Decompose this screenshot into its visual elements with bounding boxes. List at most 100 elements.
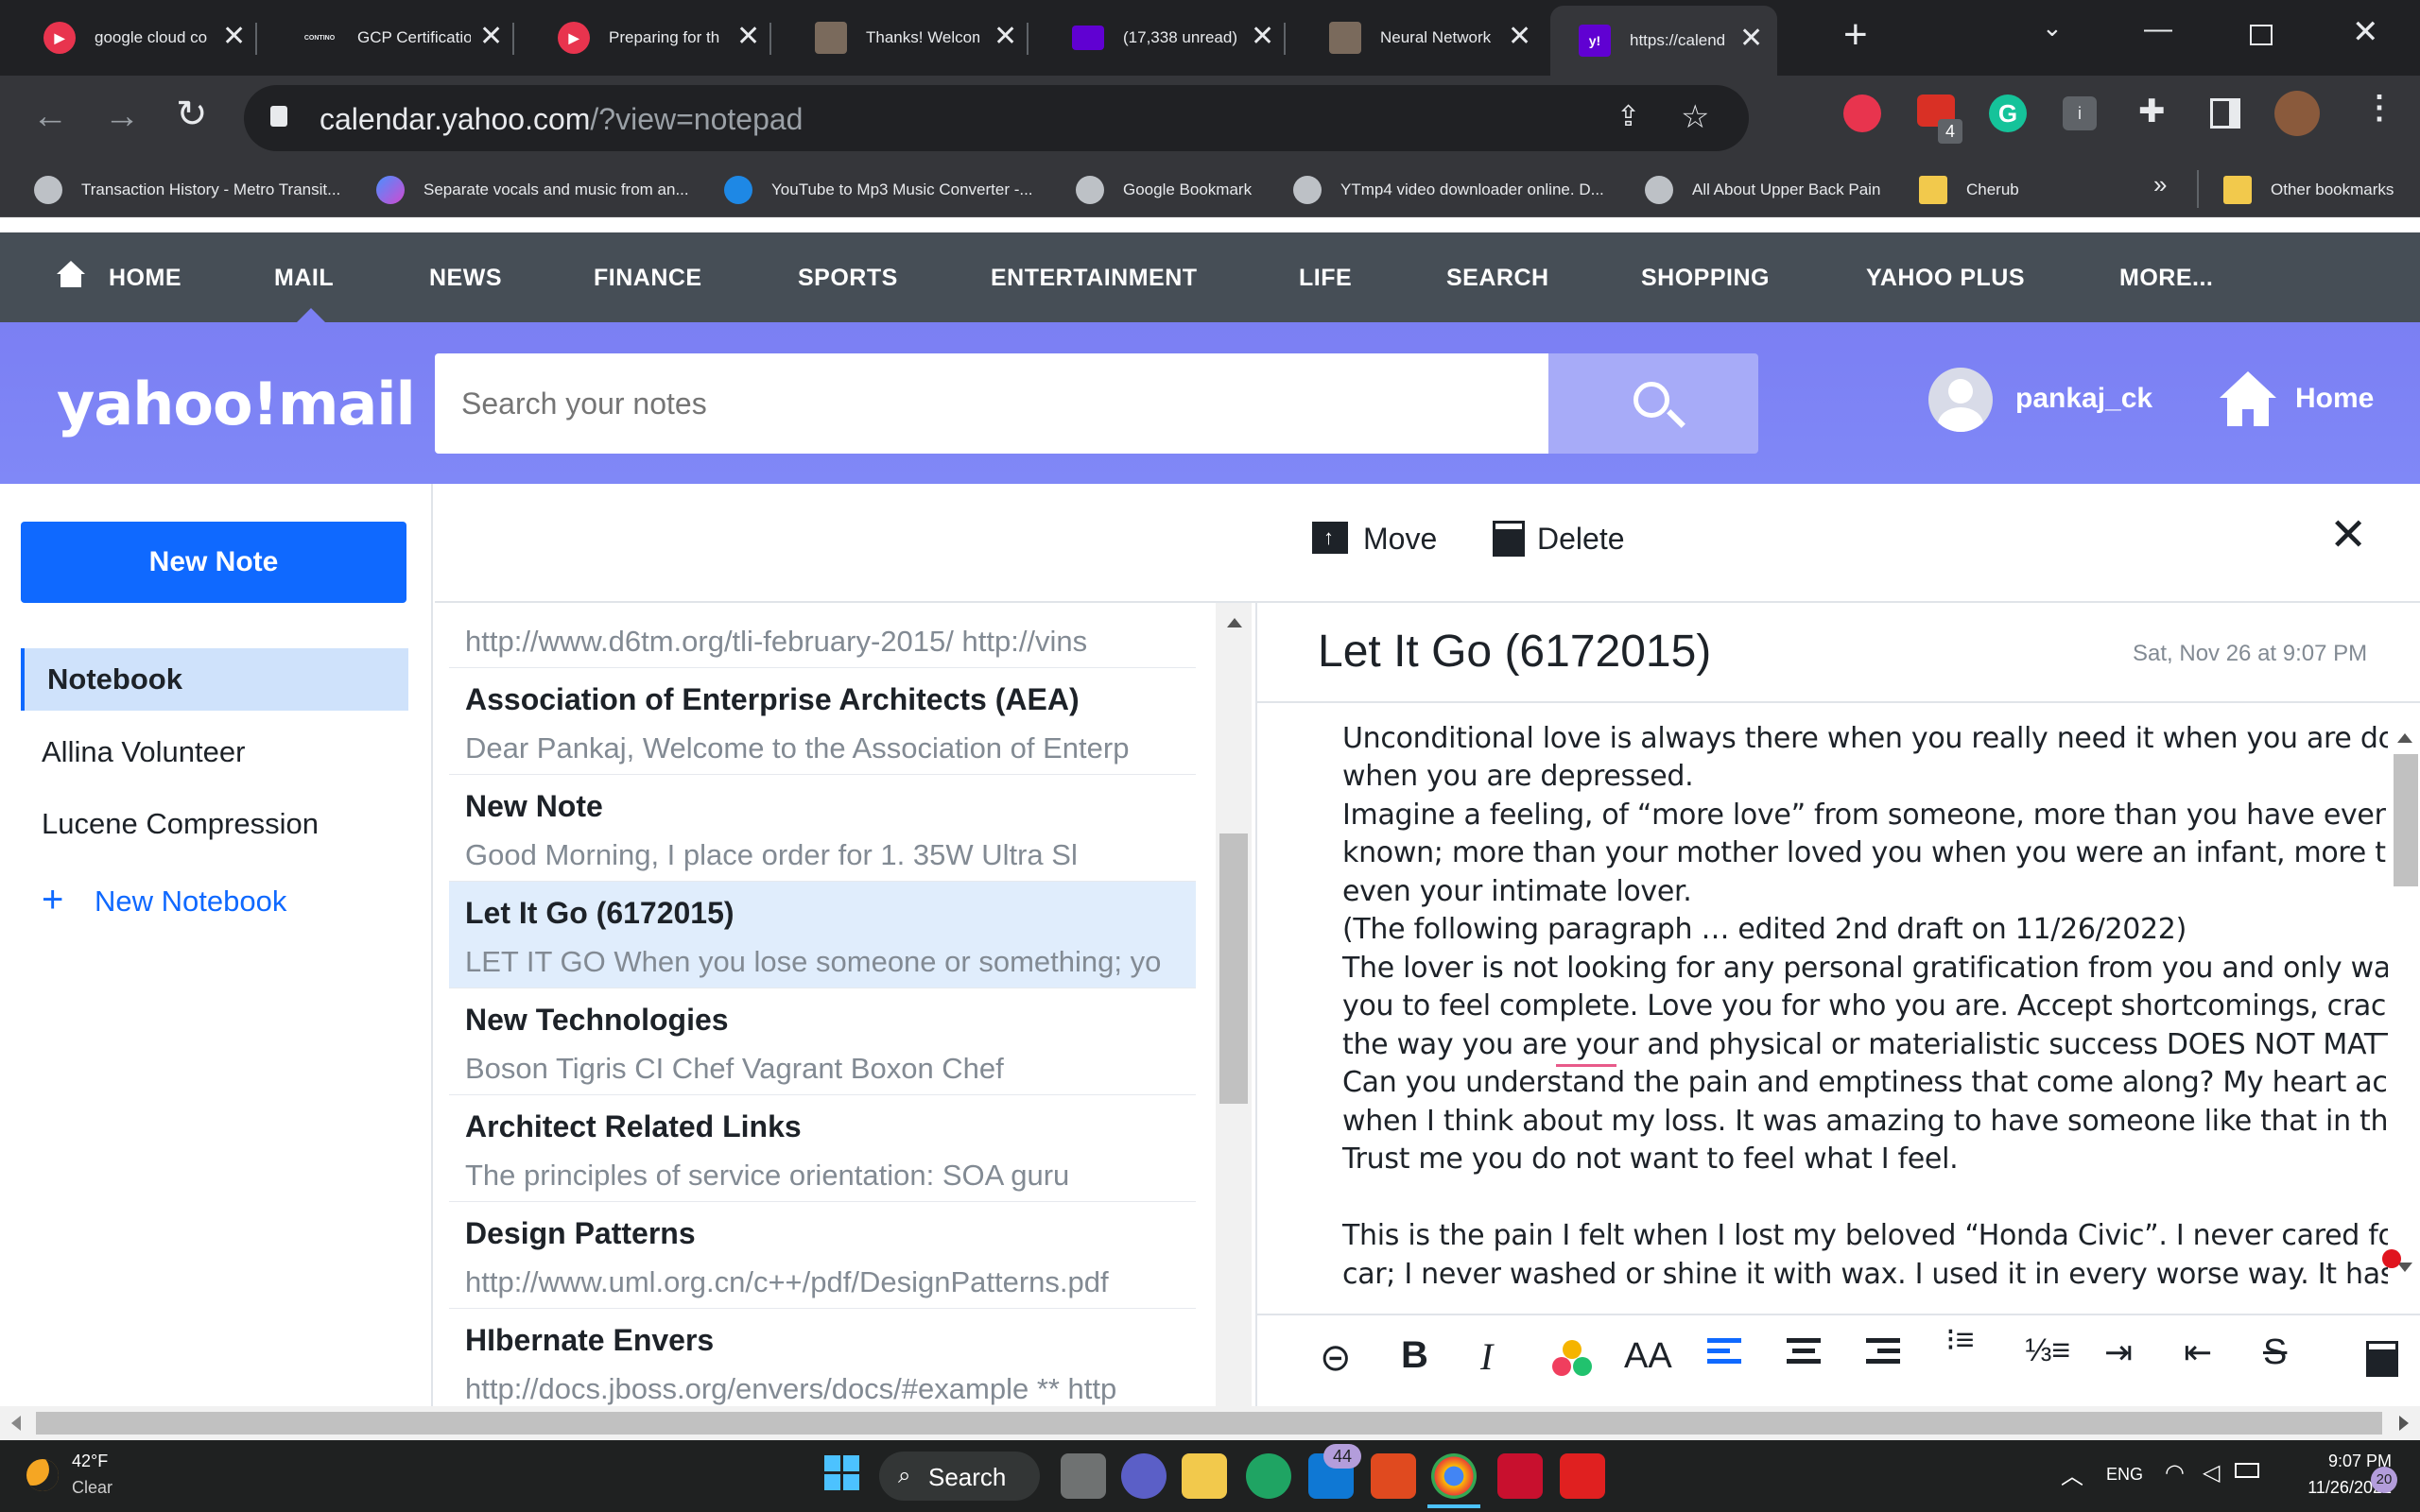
back-icon[interactable]: ←	[32, 96, 68, 137]
share-icon[interactable]: ⇪	[1616, 100, 1640, 133]
weather-temp[interactable]: 42°F	[72, 1452, 108, 1471]
profile-avatar[interactable]	[2274, 91, 2320, 136]
bold-icon[interactable]: B	[1401, 1334, 1428, 1377]
indent-icon[interactable]: ⇥	[2104, 1332, 2133, 1372]
scrollbar-thumb[interactable]	[36, 1412, 2382, 1435]
windows-start-icon[interactable]	[824, 1455, 860, 1491]
close-tab-icon[interactable]: ✕	[736, 21, 760, 53]
scrollbar-thumb[interactable]	[2394, 754, 2418, 886]
note-list-item[interactable]: Association of Enterprise Architects (AE…	[449, 668, 1196, 775]
scrollbar-thumb[interactable]	[1219, 833, 1248, 1104]
search-input[interactable]	[461, 382, 1501, 425]
show-hidden-icons-chevron-icon[interactable]: ︿	[2061, 1457, 2083, 1490]
nav-yahoo-plus[interactable]: YAHOO PLUS	[1866, 265, 2025, 292]
browser-menu-icon[interactable]: ⋮	[2363, 89, 2395, 127]
notebook-item-lucene-compression[interactable]: Lucene Compression	[42, 807, 319, 841]
adblock-hand-icon[interactable]	[1843, 94, 1881, 132]
close-tab-icon[interactable]: ✕	[222, 21, 246, 53]
note-list-item[interactable]: http://www.d6tm.org/tli-february-2015/ h…	[449, 603, 1196, 668]
close-window-icon[interactable]: ✕	[2352, 13, 2379, 51]
chat-icon[interactable]	[1121, 1453, 1167, 1499]
lock-icon[interactable]	[270, 106, 287, 127]
page-horizontal-scrollbar[interactable]	[0, 1406, 2420, 1440]
scroll-left-arrow-icon[interactable]	[11, 1416, 21, 1431]
nav-entertainment[interactable]: ENTERTAINMENT	[991, 265, 1198, 292]
browser-tab[interactable]: ▶ Preparing for th ✕	[514, 8, 774, 68]
notebook-item-notebook[interactable]: Notebook	[21, 648, 408, 711]
new-notebook-link[interactable]: New Notebook	[95, 885, 286, 919]
link-icon[interactable]: ⊝	[1320, 1336, 1352, 1380]
note-list-item[interactable]: Architect Related Links The principles o…	[449, 1095, 1196, 1202]
mail-app-icon[interactable]: 44	[1308, 1444, 1361, 1499]
browser-tab[interactable]: Thanks! Welcom ✕	[771, 8, 1031, 68]
italic-icon[interactable]: I	[1480, 1334, 1493, 1379]
extension-red-icon[interactable]: 4	[1917, 94, 1962, 144]
note-list-item[interactable]: HIbernate Envers http://docs.jboss.org/e…	[449, 1309, 1196, 1406]
other-bookmarks[interactable]: Other bookmarks	[2223, 176, 2394, 204]
extensions-puzzle-icon[interactable]: ✚	[2138, 93, 2166, 130]
align-center-icon[interactable]	[1787, 1338, 1824, 1376]
nav-more[interactable]: MORE...	[2119, 265, 2213, 292]
bookmark-item[interactable]: Separate vocals and music from an...	[376, 176, 689, 204]
align-left-icon[interactable]	[1707, 1338, 1745, 1376]
omnibox[interactable]: calendar.yahoo.com/?view=notepad ☆ ⇪	[244, 85, 1749, 151]
nav-sports[interactable]: SPORTS	[798, 265, 898, 292]
note-list-item-selected[interactable]: Let It Go (6172015) LET IT GO When you l…	[449, 882, 1196, 988]
outdent-icon[interactable]: ⇤	[2184, 1332, 2212, 1372]
bookmark-item[interactable]: Cherub	[1919, 176, 2019, 204]
font-size-icon[interactable]: AA	[1624, 1336, 1672, 1377]
strikethrough-icon[interactable]: S	[2263, 1332, 2287, 1373]
new-note-button[interactable]: New Note	[21, 522, 406, 603]
extension-info-icon[interactable]: i	[2063, 96, 2097, 130]
home-link[interactable]: Home	[2295, 383, 2374, 415]
yahoo-mail-logo[interactable]: yahoo!mail	[57, 369, 416, 438]
moon-weather-icon[interactable]	[26, 1459, 59, 1491]
numbered-list-icon[interactable]: ⅓≡	[2025, 1332, 2070, 1369]
side-panel-icon[interactable]	[2210, 98, 2240, 129]
browser-tab[interactable]: Neural Network ✕	[1286, 8, 1546, 68]
bookmark-star-icon[interactable]: ☆	[1681, 98, 1709, 136]
restore-icon[interactable]	[2250, 25, 2273, 45]
close-tab-icon[interactable]: ✕	[1739, 23, 1763, 55]
volume-icon[interactable]: ◁	[2203, 1459, 2220, 1486]
move-button[interactable]: Move	[1363, 522, 1437, 557]
browser-tab[interactable]: CONTINO GCP Certificatio ✕	[257, 8, 517, 68]
bookmark-item[interactable]: YTmp4 video downloader online. D...	[1293, 176, 1604, 204]
scroll-up-arrow-icon[interactable]	[2397, 733, 2412, 743]
notebook-item-allina-volunteer[interactable]: Allina Volunteer	[42, 735, 245, 769]
close-tab-icon[interactable]: ✕	[1251, 21, 1274, 53]
search-button[interactable]	[1548, 353, 1758, 454]
home-house-icon[interactable]	[2220, 371, 2276, 428]
file-explorer-icon[interactable]	[1182, 1453, 1227, 1499]
home-icon[interactable]	[57, 261, 85, 289]
close-tab-icon[interactable]: ✕	[479, 21, 503, 53]
nav-search[interactable]: SEARCH	[1446, 265, 1549, 292]
note-title-field[interactable]: Let It Go (6172015)	[1318, 626, 1711, 678]
tab-search-chevron-icon[interactable]: ⌄	[2042, 13, 2063, 43]
text-color-icon[interactable]	[1552, 1340, 1594, 1382]
taskbar-search[interactable]: ⌕ Search	[879, 1452, 1040, 1501]
weather-desc[interactable]: Clear	[72, 1478, 112, 1498]
scroll-right-arrow-icon[interactable]	[2399, 1416, 2409, 1431]
bookmark-item[interactable]: All About Upper Back Pain	[1645, 176, 1880, 204]
bookmark-item[interactable]: Transaction History - Metro Transit...	[34, 176, 340, 204]
username[interactable]: pankaj_ck	[2015, 383, 2152, 415]
bookmark-item[interactable]: Google Bookmark	[1076, 176, 1252, 204]
reload-icon[interactable]: ↻	[176, 93, 208, 136]
nav-finance[interactable]: FINANCE	[594, 265, 702, 292]
wifi-icon[interactable]: ◠	[2165, 1459, 2185, 1486]
mcafee-icon[interactable]	[1497, 1453, 1543, 1499]
note-list-item[interactable]: New Technologies Boson Tigris CI Chef Va…	[449, 988, 1196, 1095]
grammarly-icon[interactable]: G	[1989, 94, 2027, 132]
notification-badge[interactable]: 20	[2371, 1467, 2397, 1493]
delete-format-icon[interactable]	[2366, 1341, 2398, 1377]
edge-icon[interactable]	[1246, 1453, 1291, 1499]
editor-scrollbar[interactable]	[2382, 730, 2420, 1287]
note-list-item[interactable]: Design Patterns http://www.uml.org.cn/c+…	[449, 1202, 1196, 1309]
delete-button[interactable]: Delete	[1537, 522, 1625, 557]
scroll-down-arrow-icon[interactable]	[2397, 1263, 2412, 1272]
scroll-up-arrow-icon[interactable]	[1227, 618, 1242, 627]
office-icon[interactable]	[1371, 1453, 1416, 1499]
language-indicator[interactable]: ENG	[2106, 1465, 2143, 1485]
browser-tab[interactable]: ▶ google cloud co ✕	[0, 8, 260, 68]
